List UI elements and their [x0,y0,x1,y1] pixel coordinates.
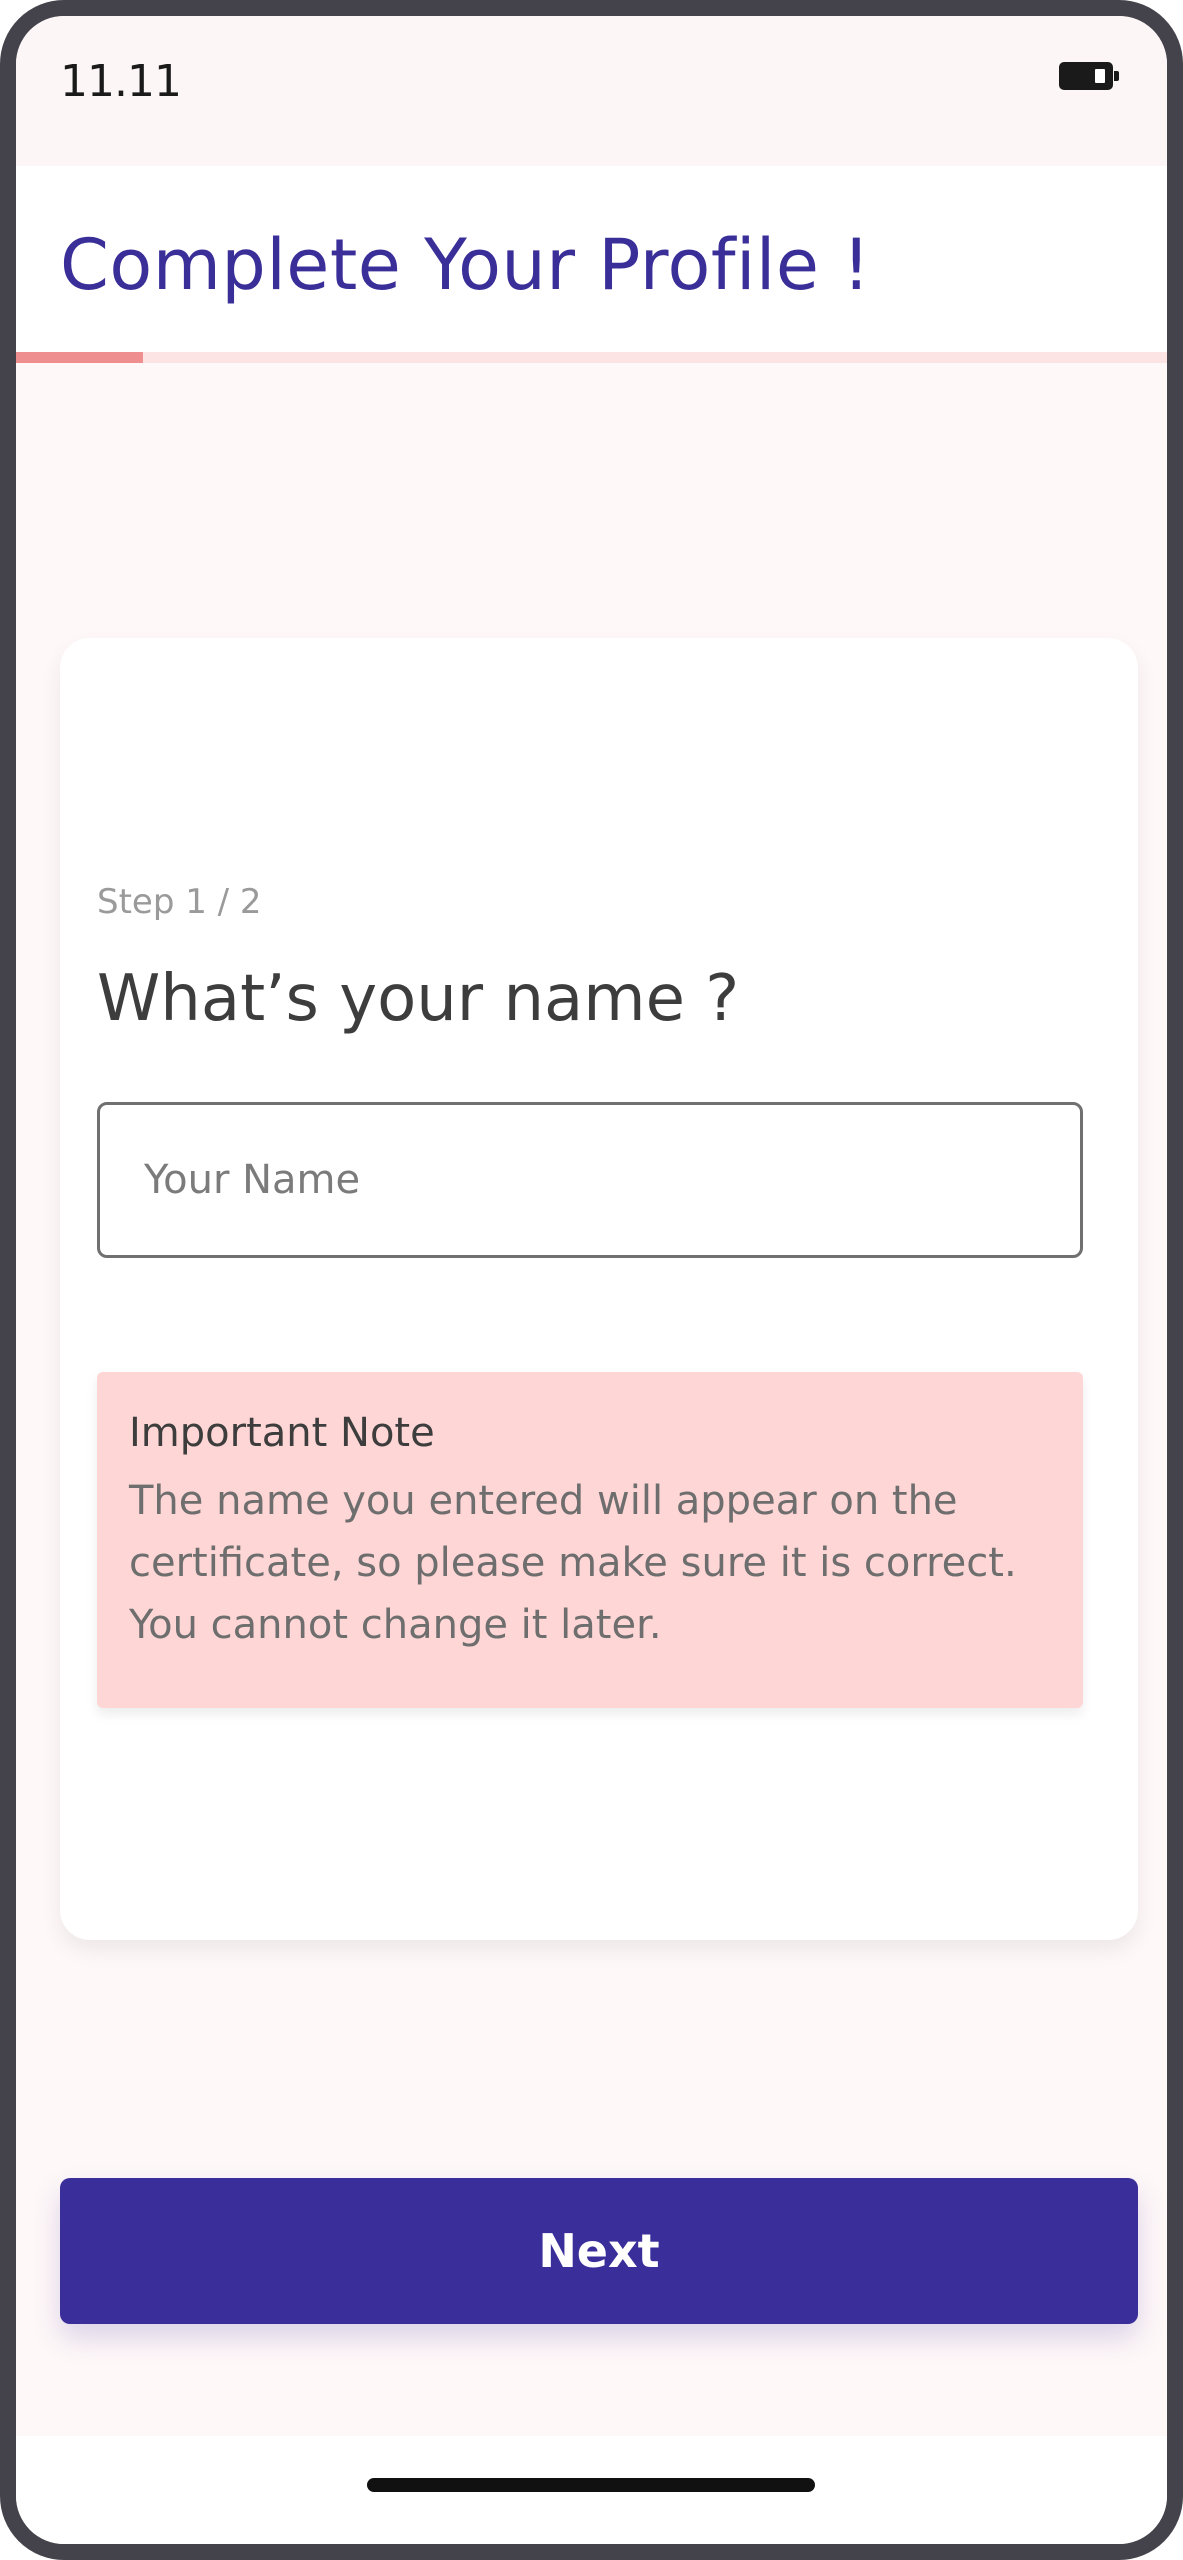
important-note: Important Note The name you entered will… [97,1372,1083,1708]
app-header: Complete Your Profile ! [16,166,1167,352]
battery-icon [1059,62,1119,90]
name-form-card: Step 1 / 2 What’s your name ? Important … [60,638,1138,1940]
important-note-title: Important Note [129,1410,435,1456]
important-note-body: The name you entered will appear on the … [129,1478,1017,1648]
step-indicator: Step 1 / 2 [97,882,262,922]
gesture-nav-area [16,2436,1167,2544]
question-heading: What’s your name ? [97,962,740,1036]
battery-level [1095,69,1105,83]
progress-bar [16,352,1167,363]
home-indicator[interactable] [367,2478,815,2492]
status-bar: 11.11 [16,16,1167,166]
next-button[interactable]: Next [60,2178,1138,2324]
phone-frame: 11.11 Complete Your Profile ! Step 1 / 2… [0,0,1183,2560]
page-title: Complete Your Profile ! [60,224,871,306]
name-input[interactable] [97,1102,1083,1258]
status-time: 11.11 [60,56,182,107]
progress-bar-fill [16,352,143,363]
